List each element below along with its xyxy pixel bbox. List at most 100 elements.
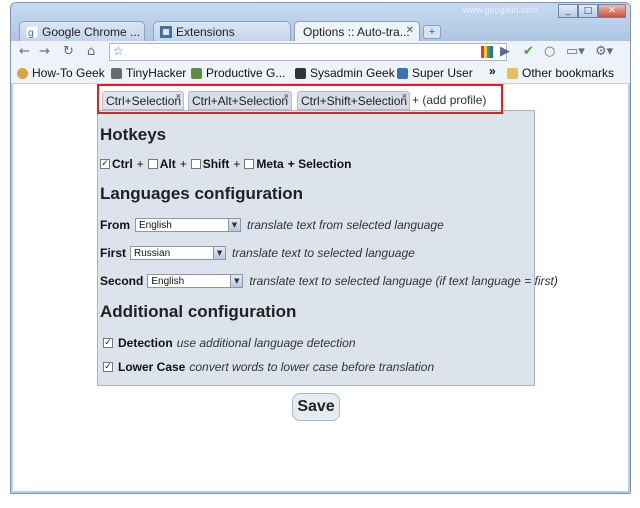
first-label: First bbox=[100, 246, 127, 260]
bookmark-how-to-geek[interactable]: How-To Geek bbox=[17, 66, 105, 80]
meta-checkbox[interactable] bbox=[244, 159, 255, 169]
second-row: Second English ▼ translate text to selec… bbox=[100, 274, 558, 288]
page-content: Hotkeys ✓ Ctrl + Alt + Shift + Meta + Se… bbox=[13, 84, 628, 491]
chevron-down-icon: ▼ bbox=[213, 247, 226, 259]
lowercase-checkbox[interactable]: ✓ bbox=[103, 362, 113, 372]
close-profile-icon[interactable]: × bbox=[402, 91, 407, 101]
detection-label: Detection bbox=[118, 336, 173, 350]
wrench-menu-icon[interactable]: ⚙▾ bbox=[595, 44, 613, 59]
watermark: www.googlein.com bbox=[462, 5, 538, 15]
bookmark-super-user[interactable]: Super User bbox=[397, 66, 473, 80]
new-tab-button[interactable]: + bbox=[423, 25, 441, 39]
bookmark-label: Other bookmarks bbox=[522, 66, 615, 80]
plus-sign: + bbox=[179, 157, 187, 171]
lowercase-row: ✓ Lower Case convert words to lower case… bbox=[100, 360, 434, 374]
maximize-button[interactable]: □ bbox=[578, 4, 598, 18]
bookmark-star-icon[interactable]: ☆ bbox=[113, 44, 124, 58]
profile-tabs-highlight: Ctrl+Selection × Ctrl+Alt+Selection × Ct… bbox=[97, 84, 503, 114]
bookmark-label: How-To Geek bbox=[32, 66, 105, 80]
checkmark-icon[interactable]: ✔ bbox=[523, 44, 534, 59]
tab-options[interactable]: Options :: Auto-tra... ✕ bbox=[294, 21, 420, 42]
profile-tab-label: Ctrl+Shift+Selection bbox=[301, 94, 408, 108]
window-controls: _ □ ✕ bbox=[558, 4, 626, 18]
meta-label: Meta bbox=[256, 157, 284, 171]
first-language-value: Russian bbox=[134, 247, 171, 259]
bookmark-label: Super User bbox=[412, 66, 473, 80]
page-menu-icon[interactable]: ▭▾ bbox=[566, 44, 585, 59]
first-hint: translate text to selected language bbox=[232, 246, 415, 260]
additional-heading: Additional configuration bbox=[100, 302, 297, 321]
extensions-favicon-icon bbox=[160, 25, 172, 38]
add-profile-link[interactable]: + (add profile) bbox=[412, 93, 486, 107]
lowercase-label: Lower Case bbox=[118, 360, 186, 374]
reload-icon[interactable]: ↻ bbox=[63, 44, 74, 59]
second-hint: translate text to selected language (if … bbox=[249, 274, 558, 288]
bookmark-label: Productive G... bbox=[206, 66, 286, 80]
second-language-select[interactable]: English ▼ bbox=[147, 274, 244, 288]
superuser-icon bbox=[397, 67, 408, 79]
alt-checkbox[interactable] bbox=[147, 159, 158, 169]
minimize-button[interactable]: _ bbox=[558, 4, 578, 18]
hotkeys-heading: Hotkeys bbox=[100, 125, 167, 144]
sysadmingeek-icon bbox=[295, 67, 306, 79]
shift-checkbox[interactable] bbox=[190, 159, 201, 169]
browser-window: www.googlein.com _ □ ✕ g Google Chrome .… bbox=[10, 2, 631, 494]
close-profile-icon[interactable]: × bbox=[176, 91, 181, 101]
bookmark-productive-geek[interactable]: Productive G... bbox=[191, 66, 285, 80]
tab-label: Google Chrome ... bbox=[42, 24, 141, 39]
plus-sign: + bbox=[136, 157, 144, 171]
detection-checkbox[interactable]: ✓ bbox=[103, 338, 113, 348]
profile-tab-label: Ctrl+Alt+Selection bbox=[192, 94, 289, 108]
ctrl-label: Ctrl bbox=[112, 157, 133, 171]
from-label: From bbox=[100, 218, 130, 232]
search-icon[interactable]: ○ bbox=[544, 44, 555, 59]
detection-row: ✓ Detection use additional language dete… bbox=[100, 336, 356, 350]
hotkeys-row: ✓ Ctrl + Alt + Shift + Meta + Selection bbox=[100, 157, 351, 171]
plus-sign: + bbox=[233, 157, 241, 171]
folder-icon bbox=[507, 67, 518, 79]
second-language-value: English bbox=[151, 275, 185, 287]
profile-tab-ctrl-selection[interactable]: Ctrl+Selection × bbox=[102, 91, 184, 110]
howtogeek-icon bbox=[17, 67, 28, 79]
bookmarks-overflow-icon[interactable]: » bbox=[489, 64, 496, 78]
close-tab-icon[interactable]: ✕ bbox=[406, 25, 414, 36]
first-language-select[interactable]: Russian ▼ bbox=[130, 246, 227, 260]
from-row: From English ▼ translate text from selec… bbox=[100, 218, 444, 232]
address-bar[interactable]: ☆ bbox=[109, 43, 507, 61]
profile-tab-label: Ctrl+Selection bbox=[106, 94, 182, 108]
tab-google-chrome[interactable]: g Google Chrome ... bbox=[19, 21, 145, 41]
selection-label: + Selection bbox=[287, 157, 352, 171]
from-language-value: English bbox=[139, 219, 172, 231]
extension-translate-icon[interactable] bbox=[481, 46, 493, 58]
close-window-button[interactable]: ✕ bbox=[598, 4, 626, 18]
languages-heading: Languages configuration bbox=[100, 184, 304, 203]
productivegeek-icon bbox=[191, 67, 202, 79]
bookmarks-bar: How-To Geek TinyHacker Productive G... S… bbox=[11, 64, 630, 84]
save-button[interactable]: Save bbox=[292, 393, 340, 421]
bookmark-other-bookmarks[interactable]: Other bookmarks bbox=[507, 66, 614, 80]
first-row: First Russian ▼ translate text to select… bbox=[100, 246, 415, 260]
bookmark-sysadmin-geek[interactable]: Sysadmin Geek bbox=[295, 66, 395, 80]
bookmark-label: TinyHacker bbox=[126, 66, 187, 80]
bookmark-tinyhacker[interactable]: TinyHacker bbox=[111, 66, 186, 80]
forward-icon[interactable]: → bbox=[39, 44, 50, 59]
tab-extensions[interactable]: Extensions bbox=[153, 21, 291, 41]
play-icon[interactable]: ▶ bbox=[500, 44, 510, 59]
bookmark-label: Sysadmin Geek bbox=[310, 66, 395, 80]
close-profile-icon[interactable]: × bbox=[284, 91, 289, 101]
chevron-down-icon: ▼ bbox=[230, 275, 243, 287]
detection-hint: use additional language detection bbox=[176, 336, 356, 350]
tab-label: Extensions bbox=[176, 24, 235, 39]
from-language-select[interactable]: English ▼ bbox=[135, 218, 241, 232]
options-panel: Hotkeys ✓ Ctrl + Alt + Shift + Meta + Se… bbox=[97, 110, 558, 386]
ctrl-checkbox[interactable]: ✓ bbox=[100, 159, 110, 169]
from-hint: translate text from selected language bbox=[247, 218, 444, 232]
back-icon[interactable]: ← bbox=[19, 44, 30, 59]
second-label: Second bbox=[100, 274, 144, 288]
tinyhacker-icon bbox=[111, 67, 122, 79]
google-favicon-icon: g bbox=[26, 25, 38, 38]
profile-tab-ctrl-alt-selection[interactable]: Ctrl+Alt+Selection × bbox=[188, 91, 292, 110]
home-icon[interactable]: ⌂ bbox=[87, 44, 95, 59]
shift-label: Shift bbox=[202, 157, 230, 171]
profile-tab-ctrl-shift-selection[interactable]: Ctrl+Shift+Selection × bbox=[297, 91, 410, 110]
